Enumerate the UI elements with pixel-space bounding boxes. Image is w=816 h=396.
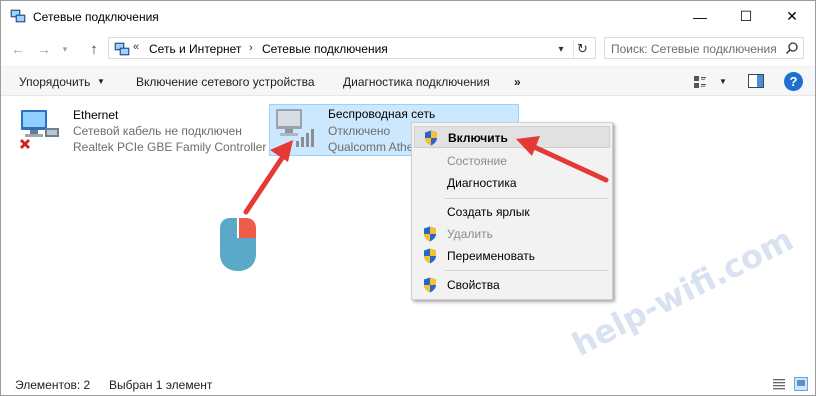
connection-status: Отключено bbox=[328, 124, 391, 138]
context-menu: Включить Состояние Диагностика Создать я… bbox=[411, 122, 613, 300]
command-bar: Упорядочить ▼ Включение сетевого устройс… bbox=[1, 66, 815, 96]
menu-item-label: Свойства bbox=[447, 278, 500, 292]
menu-item-label: Создать ярлык bbox=[447, 205, 530, 219]
enable-device-button[interactable]: Включение сетевого устройства bbox=[136, 75, 315, 89]
connection-name: Беспроводная сеть bbox=[328, 107, 436, 121]
uac-shield-icon bbox=[424, 226, 436, 242]
breadcrumb-network-connections[interactable]: Сетевые подключения bbox=[262, 42, 388, 56]
breadcrumb-separator[interactable]: › bbox=[249, 42, 253, 54]
connection-name: Ethernet bbox=[73, 108, 119, 122]
connection-adapter: Qualcomm Atheros bbox=[328, 140, 412, 154]
search-input[interactable]: Поиск: Сетевые подключения bbox=[604, 37, 804, 59]
uac-shield-icon bbox=[424, 277, 436, 293]
preview-pane-icon[interactable] bbox=[748, 74, 764, 88]
menu-item-properties[interactable]: Свойства bbox=[414, 274, 610, 296]
connection-adapter: Realtek PCIe GBE Family Controller bbox=[73, 140, 267, 154]
menu-item-enable[interactable]: Включить bbox=[414, 126, 610, 148]
address-dropdown-icon[interactable]: ▾ bbox=[553, 41, 569, 57]
recent-locations-button[interactable]: ▾ bbox=[59, 40, 71, 58]
forward-button[interactable]: → bbox=[35, 40, 53, 58]
selection-count: Выбран 1 элемент bbox=[109, 378, 213, 392]
up-button[interactable]: ↑ bbox=[85, 40, 103, 58]
search-placeholder: Поиск: Сетевые подключения bbox=[611, 42, 777, 56]
menu-item-label: Диагностика bbox=[447, 176, 517, 190]
connection-item-ethernet[interactable]: Ethernet Сетевой кабель не подключен Rea… bbox=[15, 102, 267, 156]
maximize-button[interactable]: ☐ bbox=[723, 1, 769, 32]
navigation-bar: ← → ▾ ↑ « Сеть и Интернет › Сетевые подк… bbox=[1, 32, 815, 64]
change-view-icon[interactable] bbox=[693, 75, 707, 89]
minimize-button[interactable]: — bbox=[677, 1, 723, 32]
help-button[interactable]: ? bbox=[784, 72, 803, 91]
details-view-icon[interactable] bbox=[772, 377, 786, 391]
search-icon[interactable] bbox=[785, 41, 799, 55]
uac-shield-icon bbox=[425, 130, 437, 146]
organize-button[interactable]: Упорядочить bbox=[19, 75, 90, 89]
uac-shield-icon bbox=[424, 248, 436, 264]
title-bar: Сетевые подключения — ☐ ✕ bbox=[1, 1, 815, 32]
menu-item-create-shortcut[interactable]: Создать ярлык bbox=[414, 201, 610, 223]
item-count: Элементов: 2 bbox=[15, 378, 91, 392]
network-connections-icon bbox=[10, 9, 26, 23]
menu-item-delete: Удалить bbox=[414, 223, 610, 245]
mouse-right-click-icon bbox=[220, 218, 256, 271]
close-button[interactable]: ✕ bbox=[769, 1, 815, 32]
window-title: Сетевые подключения bbox=[33, 10, 159, 24]
breadcrumb-overflow[interactable]: « bbox=[133, 41, 139, 53]
breadcrumb-network-internet[interactable]: Сеть и Интернет bbox=[149, 42, 241, 56]
control-panel-icon bbox=[114, 42, 130, 56]
back-button[interactable]: ← bbox=[9, 40, 27, 58]
address-bar[interactable]: « Сеть и Интернет › Сетевые подключения … bbox=[108, 37, 596, 59]
chevron-down-icon[interactable]: ▼ bbox=[97, 77, 105, 86]
menu-item-label: Включить bbox=[448, 131, 508, 145]
wired-network-disconnected-icon bbox=[19, 110, 59, 150]
view-options-chevron-icon[interactable]: ▼ bbox=[719, 77, 727, 86]
menu-item-rename[interactable]: Переименовать bbox=[414, 245, 610, 267]
menu-separator bbox=[445, 270, 608, 271]
wireless-network-icon bbox=[276, 109, 314, 147]
menu-separator bbox=[445, 198, 608, 199]
menu-item-diagnose[interactable]: Диагностика bbox=[414, 172, 610, 194]
menu-item-label: Удалить bbox=[447, 227, 493, 241]
status-bar: Элементов: 2 Выбран 1 элемент bbox=[1, 374, 815, 395]
explorer-window: Сетевые подключения — ☐ ✕ ← → ▾ ↑ « Сеть… bbox=[0, 0, 816, 396]
refresh-icon[interactable]: ↻ bbox=[573, 40, 591, 58]
menu-item-label: Состояние bbox=[447, 154, 507, 168]
connection-status: Сетевой кабель не подключен bbox=[73, 124, 242, 138]
menu-item-label: Переименовать bbox=[447, 249, 535, 263]
diagnose-connection-button[interactable]: Диагностика подключения bbox=[343, 75, 490, 89]
menu-item-status: Состояние bbox=[414, 150, 610, 172]
large-icons-view-icon[interactable] bbox=[794, 377, 808, 391]
more-commands-button[interactable]: » bbox=[514, 75, 521, 89]
